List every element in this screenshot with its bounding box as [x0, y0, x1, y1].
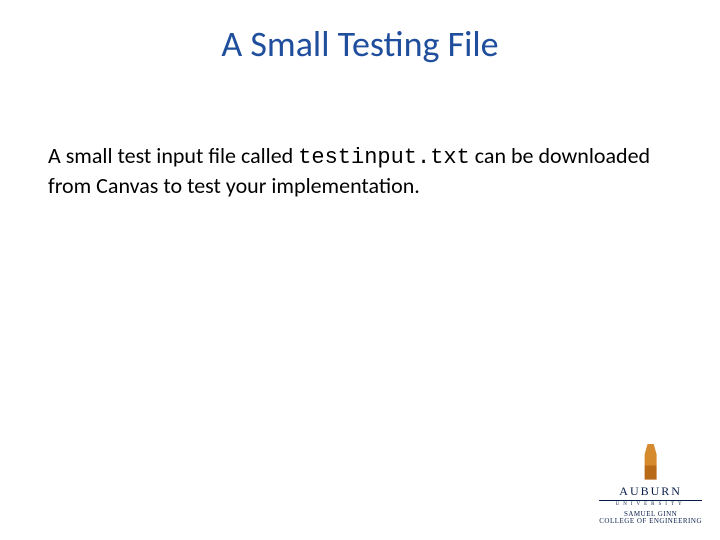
slide-body: A small test input file called testinput…: [48, 142, 672, 199]
body-code-filename: testinput.txt: [298, 145, 470, 170]
tower-icon: [641, 444, 661, 480]
slide-title: A Small Testing File: [0, 22, 720, 66]
college-name: SAMUEL GINN COLLEGE OF ENGINEERING: [599, 511, 702, 526]
university-subtext: UNIVERSITY: [599, 502, 702, 507]
slide: A Small Testing File A small test input …: [0, 0, 720, 540]
body-text-prefix: A small test input file called: [48, 142, 298, 169]
university-name: AUBURN: [599, 484, 702, 501]
university-logo: AUBURN UNIVERSITY SAMUEL GINN COLLEGE OF…: [599, 444, 702, 526]
college-line2: COLLEGE OF ENGINEERING: [599, 518, 702, 526]
